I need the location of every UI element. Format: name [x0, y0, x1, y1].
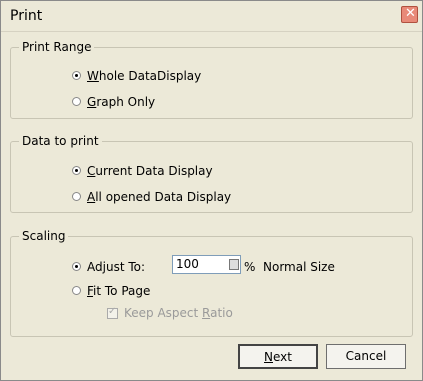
keep-aspect-ratio-label: Keep Aspect Ratio	[124, 306, 233, 320]
normal-size-label: Normal Size	[263, 260, 335, 274]
cancel-button[interactable]: Cancel	[326, 344, 406, 369]
radio-indicator	[72, 286, 81, 295]
radio-indicator	[72, 262, 81, 271]
fit-to-page-label: Fit To Page	[87, 284, 151, 298]
radio-indicator	[72, 166, 81, 175]
keep-aspect-ratio-checkbox[interactable]	[107, 306, 118, 319]
current-data-display-label: Current Data Display	[87, 164, 213, 178]
data-to-print-title: Data to print	[19, 134, 102, 148]
scaling-title: Scaling	[19, 229, 69, 243]
title-bar[interactable]: Print ✕	[1, 1, 422, 32]
scaling-group: Scaling Adjust To: 100 % Normal Size Fit…	[10, 229, 413, 337]
graph-only-label: Graph Only	[87, 95, 156, 109]
adjust-to-label: Adjust To:	[87, 260, 146, 274]
print-range-group: Print Range Whole DataDisplay Graph Only	[10, 40, 413, 119]
close-button[interactable]: ✕	[401, 6, 418, 23]
calculator-icon[interactable]	[229, 259, 239, 270]
data-to-print-group: Data to print Current Data Display All o…	[10, 134, 413, 213]
next-button[interactable]: Next	[238, 344, 318, 369]
print-range-title: Print Range	[19, 40, 95, 54]
close-icon: ✕	[405, 6, 416, 21]
whole-datadisplay-label: Whole DataDisplay	[87, 69, 202, 83]
print-dialog: Print ✕ Print Range Whole DataDisplay Gr…	[0, 0, 423, 381]
radio-indicator	[72, 97, 81, 106]
window-title: Print	[10, 8, 43, 24]
percent-unit: %	[244, 260, 256, 274]
radio-indicator	[72, 71, 81, 80]
all-opened-data-display-label: All opened Data Display	[87, 190, 232, 204]
radio-indicator	[72, 192, 81, 201]
